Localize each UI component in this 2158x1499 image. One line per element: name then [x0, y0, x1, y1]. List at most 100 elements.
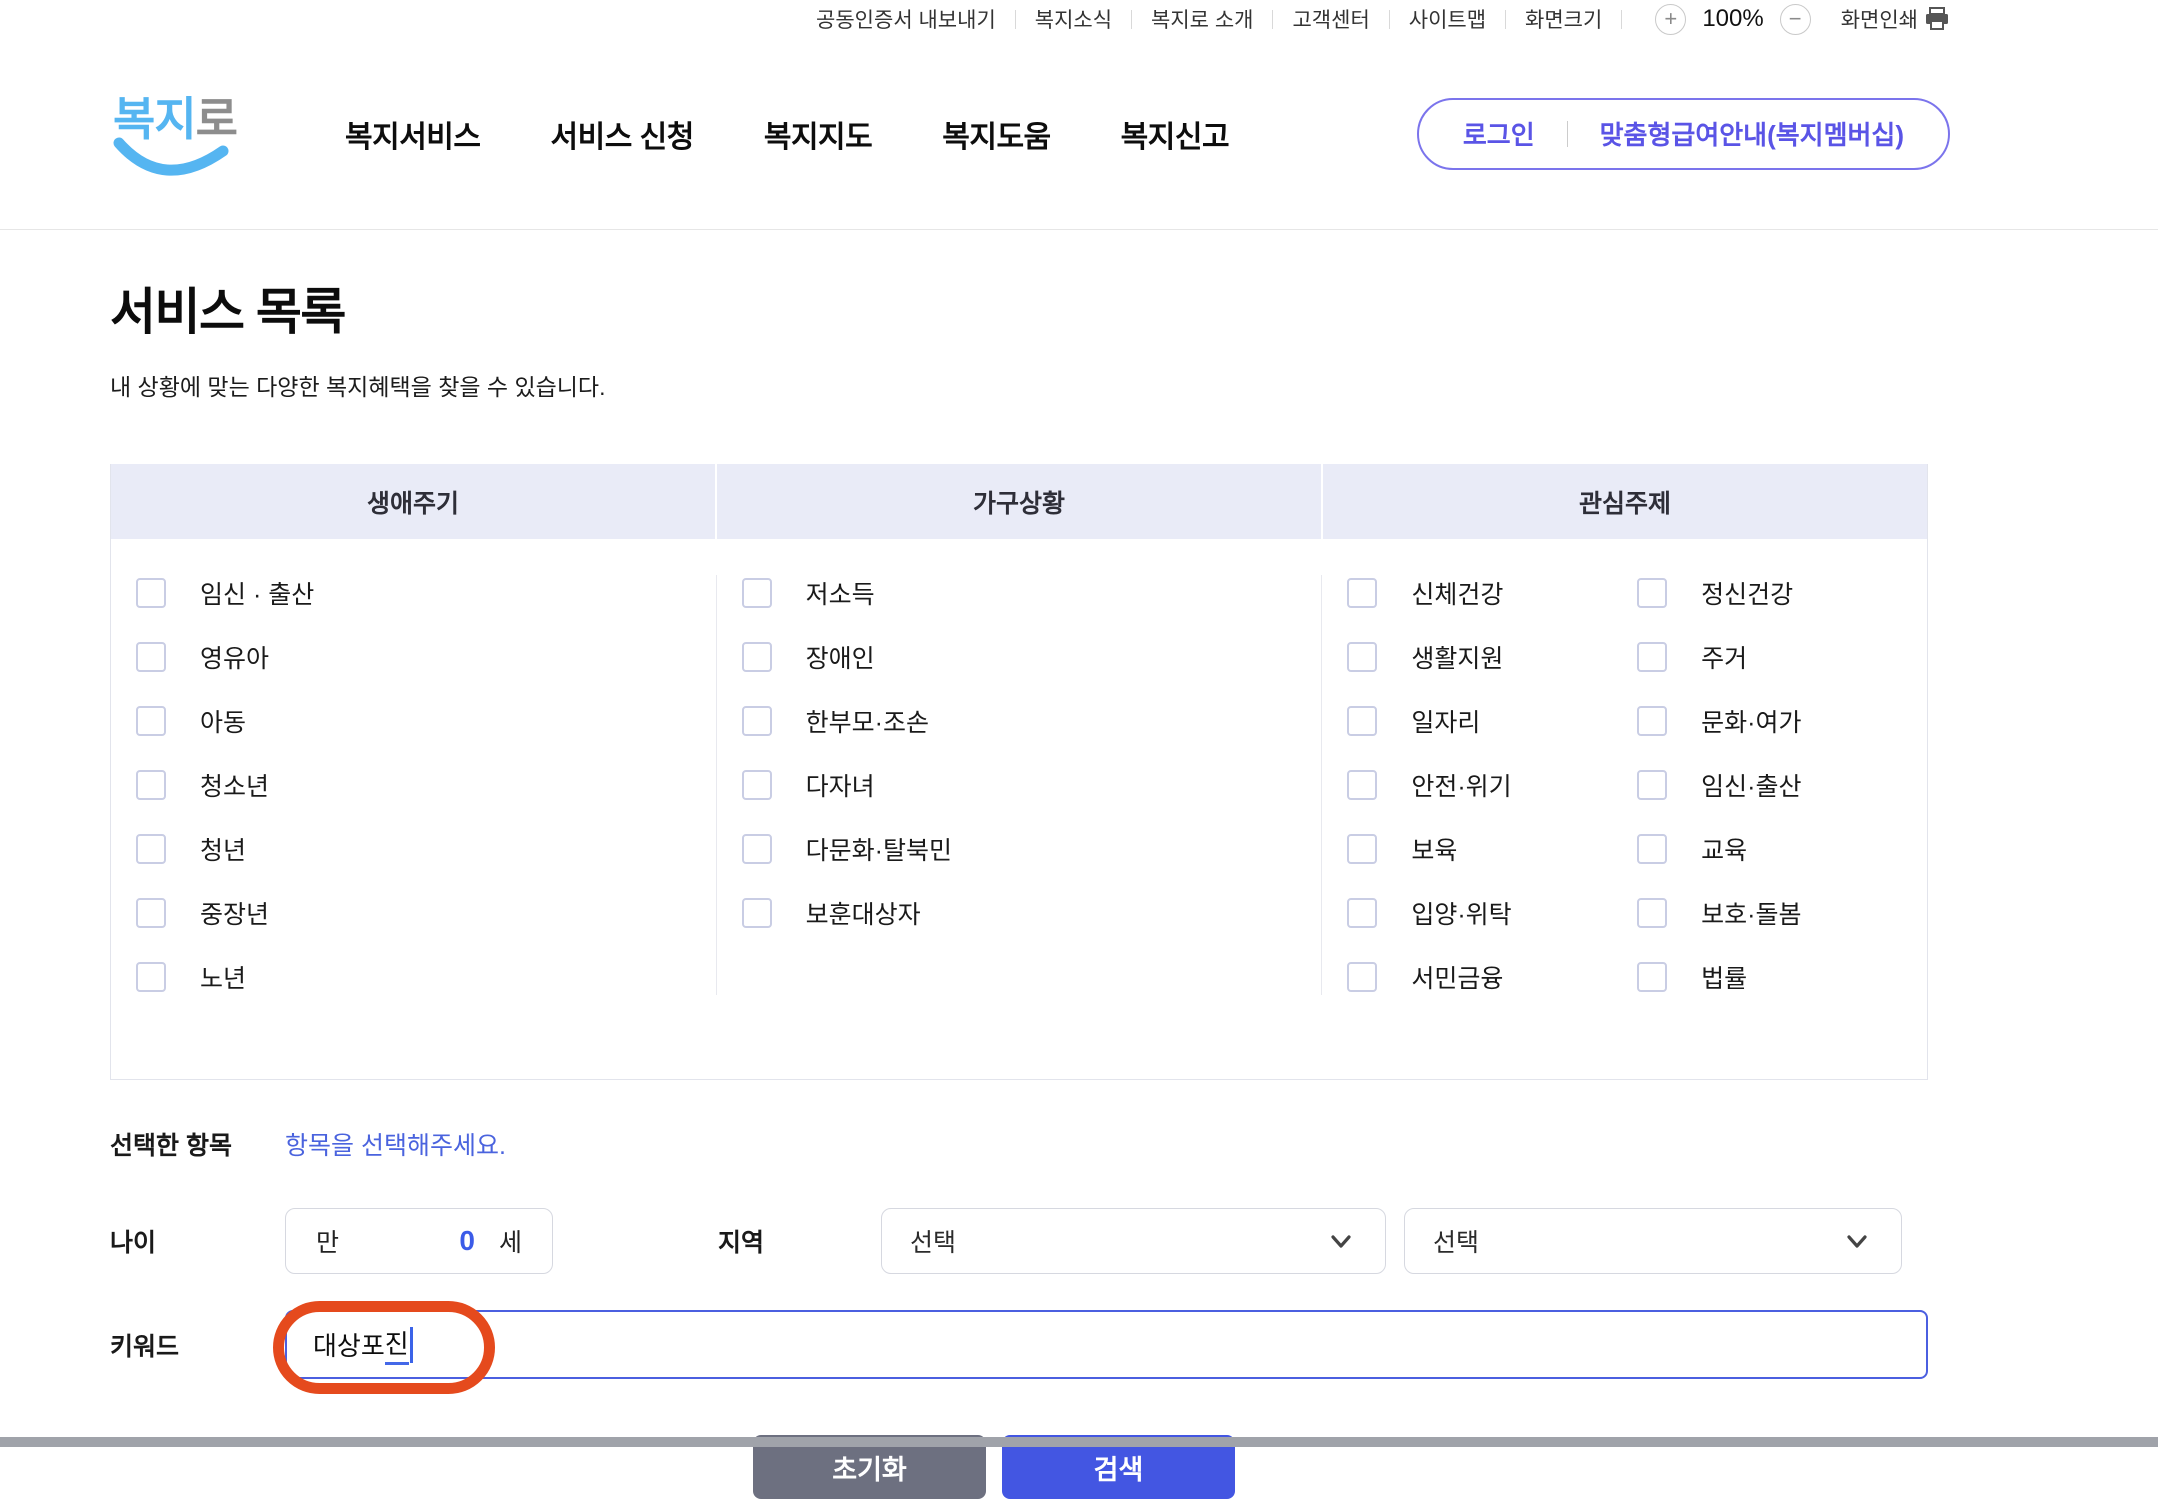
checkbox-row[interactable]: 보호·돌봄: [1637, 895, 1927, 931]
checkbox-row[interactable]: 문화·여가: [1637, 703, 1927, 739]
checkbox[interactable]: [136, 642, 166, 672]
checkbox-row[interactable]: 청년: [136, 831, 716, 867]
checkbox[interactable]: [1637, 642, 1667, 672]
age-input[interactable]: 0: [459, 1225, 475, 1257]
checkbox-row[interactable]: 보육: [1347, 831, 1637, 867]
checkbox-row[interactable]: 중장년: [136, 895, 716, 931]
checkbox-label[interactable]: 입양·위탁: [1411, 895, 1511, 931]
site-logo[interactable]: 복지로: [105, 69, 275, 199]
checkbox-label[interactable]: 보육: [1411, 831, 1457, 867]
checkbox-row[interactable]: 보훈대상자: [742, 895, 1322, 931]
topbar-link-screen-size[interactable]: 화면크기: [1525, 4, 1602, 34]
checkbox-row[interactable]: 임신 · 출산: [136, 575, 716, 611]
nav-item-welfare-map[interactable]: 복지지도: [764, 112, 872, 156]
checkbox-label[interactable]: 한부모·조손: [806, 703, 929, 739]
checkbox[interactable]: [1347, 962, 1377, 992]
checkbox[interactable]: [742, 706, 772, 736]
checkbox-label[interactable]: 청년: [200, 831, 246, 867]
checkbox-row[interactable]: 신체건강: [1347, 575, 1637, 611]
checkbox-label[interactable]: 청소년: [200, 767, 269, 803]
checkbox-label[interactable]: 일자리: [1411, 703, 1480, 739]
checkbox-row[interactable]: 노년: [136, 959, 716, 995]
topbar-link-customer-center[interactable]: 고객센터: [1292, 4, 1369, 34]
checkbox-label[interactable]: 임신 · 출산: [200, 575, 314, 611]
nav-item-welfare-report[interactable]: 복지신고: [1121, 112, 1229, 156]
checkbox[interactable]: [742, 834, 772, 864]
checkbox-label[interactable]: 서민금융: [1411, 959, 1503, 995]
checkbox-row[interactable]: 다문화·탈북민: [742, 831, 1322, 867]
login-button[interactable]: 로그인: [1463, 115, 1535, 152]
checkbox[interactable]: [136, 578, 166, 608]
checkbox[interactable]: [742, 642, 772, 672]
checkbox-label[interactable]: 다문화·탈북민: [806, 831, 952, 867]
checkbox[interactable]: [1347, 706, 1377, 736]
checkbox-row[interactable]: 교육: [1637, 831, 1927, 867]
checkbox[interactable]: [1347, 834, 1377, 864]
checkbox-label[interactable]: 중장년: [200, 895, 269, 931]
checkbox-row[interactable]: 법률: [1637, 959, 1927, 995]
checkbox[interactable]: [136, 770, 166, 800]
region-select-district[interactable]: 선택: [1404, 1208, 1902, 1274]
checkbox[interactable]: [1637, 898, 1667, 928]
checkbox-label[interactable]: 주거: [1701, 639, 1747, 675]
topbar-link-about[interactable]: 복지로 소개: [1151, 4, 1253, 34]
checkbox[interactable]: [1347, 578, 1377, 608]
checkbox-label[interactable]: 노년: [200, 959, 246, 995]
checkbox-label[interactable]: 생활지원: [1411, 639, 1503, 675]
checkbox-label[interactable]: 교육: [1701, 831, 1747, 867]
checkbox[interactable]: [136, 898, 166, 928]
checkbox[interactable]: [1637, 834, 1667, 864]
checkbox-row[interactable]: 저소득: [742, 575, 1322, 611]
checkbox-row[interactable]: 주거: [1637, 639, 1927, 675]
checkbox-row[interactable]: 한부모·조손: [742, 703, 1322, 739]
checkbox-label[interactable]: 영유아: [200, 639, 269, 675]
membership-guide-button[interactable]: 맞춤형급여안내(복지멤버십): [1600, 115, 1904, 152]
checkbox-row[interactable]: 생활지원: [1347, 639, 1637, 675]
checkbox-label[interactable]: 장애인: [806, 639, 875, 675]
keyword-input[interactable]: 대상포진: [285, 1310, 1928, 1379]
checkbox-label[interactable]: 정신건강: [1701, 575, 1793, 611]
zoom-out-button[interactable]: −: [1780, 4, 1811, 35]
checkbox[interactable]: [1637, 578, 1667, 608]
checkbox-row[interactable]: 정신건강: [1637, 575, 1927, 611]
region-select-province[interactable]: 선택: [881, 1208, 1386, 1274]
nav-item-welfare-services[interactable]: 복지서비스: [345, 112, 481, 156]
checkbox-label[interactable]: 보훈대상자: [806, 895, 921, 931]
checkbox-label[interactable]: 신체건강: [1411, 575, 1503, 611]
checkbox-row[interactable]: 아동: [136, 703, 716, 739]
checkbox-label[interactable]: 저소득: [806, 575, 875, 611]
checkbox-row[interactable]: 서민금융: [1347, 959, 1637, 995]
checkbox[interactable]: [1637, 962, 1667, 992]
topbar-link-cert-export[interactable]: 공동인증서 내보내기: [816, 4, 996, 34]
checkbox[interactable]: [1347, 898, 1377, 928]
print-button[interactable]: 화면인쇄: [1841, 4, 1950, 34]
checkbox-row[interactable]: 다자녀: [742, 767, 1322, 803]
checkbox[interactable]: [742, 898, 772, 928]
checkbox-row[interactable]: 안전·위기: [1347, 767, 1637, 803]
age-field[interactable]: 만 0 세: [285, 1208, 553, 1274]
checkbox-row[interactable]: 청소년: [136, 767, 716, 803]
checkbox-row[interactable]: 일자리: [1347, 703, 1637, 739]
checkbox-label[interactable]: 안전·위기: [1411, 767, 1511, 803]
checkbox-label[interactable]: 아동: [200, 703, 246, 739]
checkbox-label[interactable]: 다자녀: [806, 767, 875, 803]
checkbox-row[interactable]: 장애인: [742, 639, 1322, 675]
checkbox-row[interactable]: 임신·출산: [1637, 767, 1927, 803]
checkbox[interactable]: [1347, 642, 1377, 672]
checkbox-row[interactable]: 입양·위탁: [1347, 895, 1637, 931]
checkbox-row[interactable]: 영유아: [136, 639, 716, 675]
checkbox-label[interactable]: 임신·출산: [1701, 767, 1801, 803]
checkbox[interactable]: [1637, 706, 1667, 736]
checkbox-label[interactable]: 보호·돌봄: [1701, 895, 1801, 931]
checkbox[interactable]: [742, 770, 772, 800]
checkbox[interactable]: [742, 578, 772, 608]
checkbox[interactable]: [136, 962, 166, 992]
nav-item-service-apply[interactable]: 서비스 신청: [551, 112, 694, 156]
nav-item-welfare-help[interactable]: 복지도움: [942, 112, 1050, 156]
topbar-link-sitemap[interactable]: 사이트맵: [1409, 4, 1486, 34]
checkbox-label[interactable]: 문화·여가: [1701, 703, 1801, 739]
checkbox-label[interactable]: 법률: [1701, 959, 1747, 995]
checkbox[interactable]: [1347, 770, 1377, 800]
zoom-in-button[interactable]: +: [1655, 4, 1686, 35]
checkbox[interactable]: [136, 706, 166, 736]
